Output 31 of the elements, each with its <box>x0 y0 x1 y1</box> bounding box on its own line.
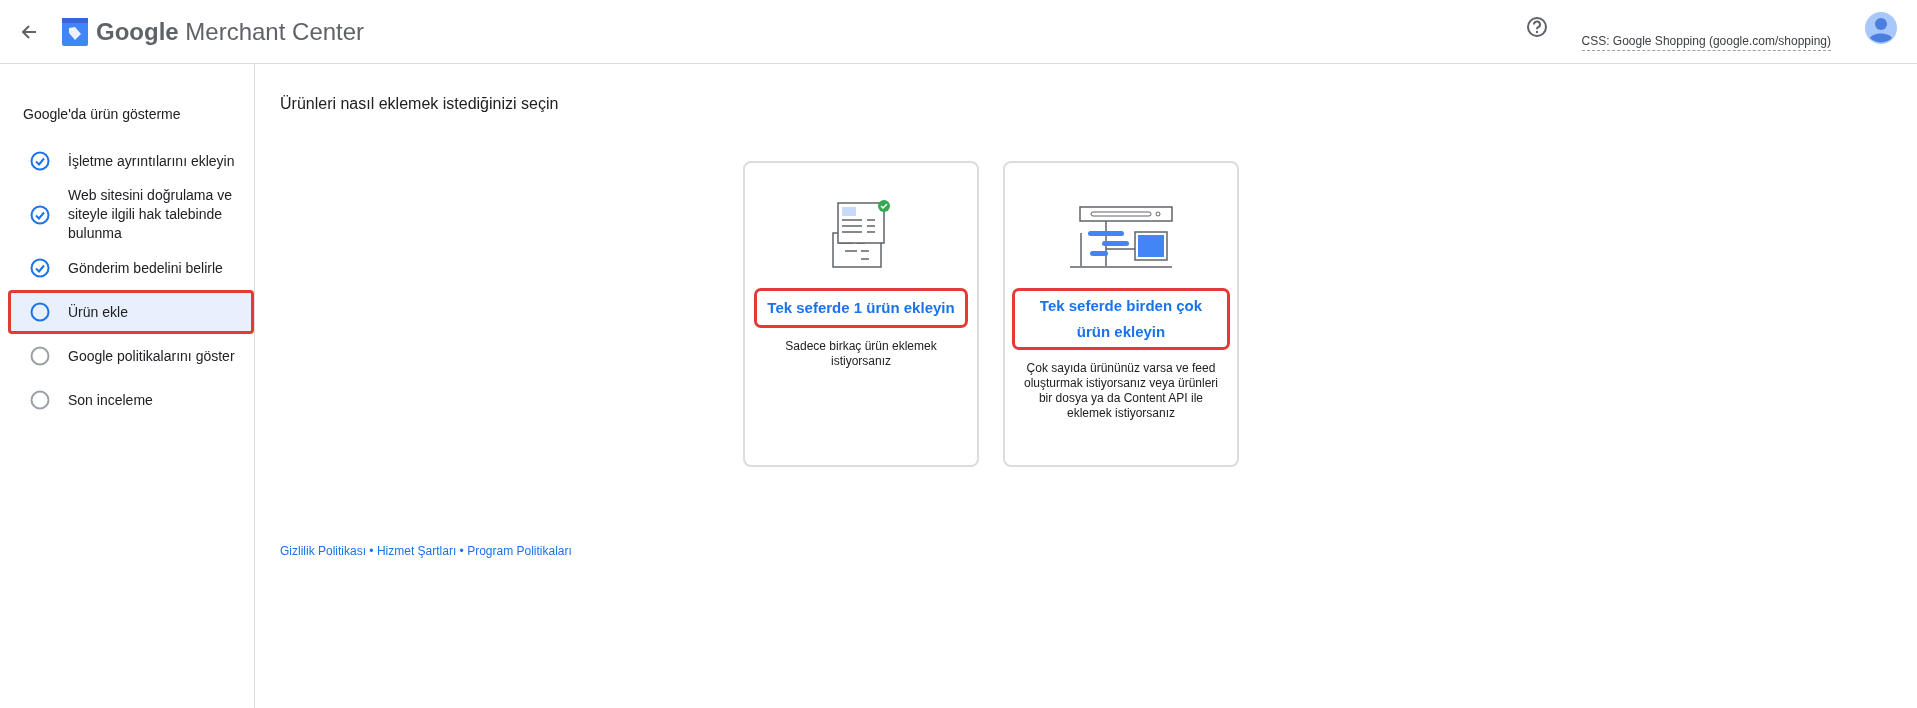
option-description: Sadece birkaç ürün eklemek istiyorsanız <box>784 339 938 369</box>
option-description: Çok sayıda ürününüz varsa ve feed oluşturmak istiyorsanız veya ürünleri bir dosya ya da Content API ile eklemek istiyorsanız <box>1022 361 1220 421</box>
separator-text: • <box>368 544 375 558</box>
circle-icon <box>30 346 50 366</box>
feed-diagram-icon <box>1069 205 1173 269</box>
step-item[interactable]: İşletme ayrıntılarını ekleyin <box>8 139 246 183</box>
receipt-icon <box>831 199 891 269</box>
page-title: Ürünleri nasıl eklemek istediğinizi seçin <box>280 94 560 114</box>
footer-link[interactable]: Hizmet Şartları <box>376 544 457 558</box>
circle-icon <box>30 390 50 410</box>
step-item[interactable]: Web sitesini doğrulama ve siteyle ilgili hak talebinde bulunma <box>8 183 246 246</box>
step-item[interactable]: Son inceleme <box>8 378 246 422</box>
separator-text: • <box>458 544 465 558</box>
step-item[interactable]: Ürün ekle <box>8 290 254 334</box>
check-circle-icon <box>30 204 50 225</box>
avatar-icon[interactable] <box>1865 12 1897 44</box>
option-link[interactable]: Tek seferde birden çok ürün ekleyin <box>1015 291 1227 347</box>
check-circle-icon <box>30 258 50 278</box>
back-arrow-icon[interactable] <box>20 22 38 41</box>
footer-link[interactable]: Program Politikaları <box>467 544 572 558</box>
shopping-tag-logo-icon <box>62 17 88 46</box>
help-icon[interactable] <box>1525 16 1548 38</box>
css-link[interactable]: CSS: Google Shopping (google.com/shopping) <box>1581 32 1831 51</box>
circle-icon <box>30 302 50 322</box>
step-item[interactable]: Google politikalarını göster <box>8 334 246 378</box>
footer-link[interactable]: Gizlilik Politikası <box>280 544 366 558</box>
option-link[interactable]: Tek seferde 1 ürün ekleyin <box>757 291 965 325</box>
app-title: Google Merchant Center <box>96 16 365 47</box>
sidebar-heading: Google'da ürün gösterme <box>22 105 182 124</box>
check-circle-icon <box>30 151 50 171</box>
step-item[interactable]: Gönderim bedelini belirle <box>8 246 246 290</box>
